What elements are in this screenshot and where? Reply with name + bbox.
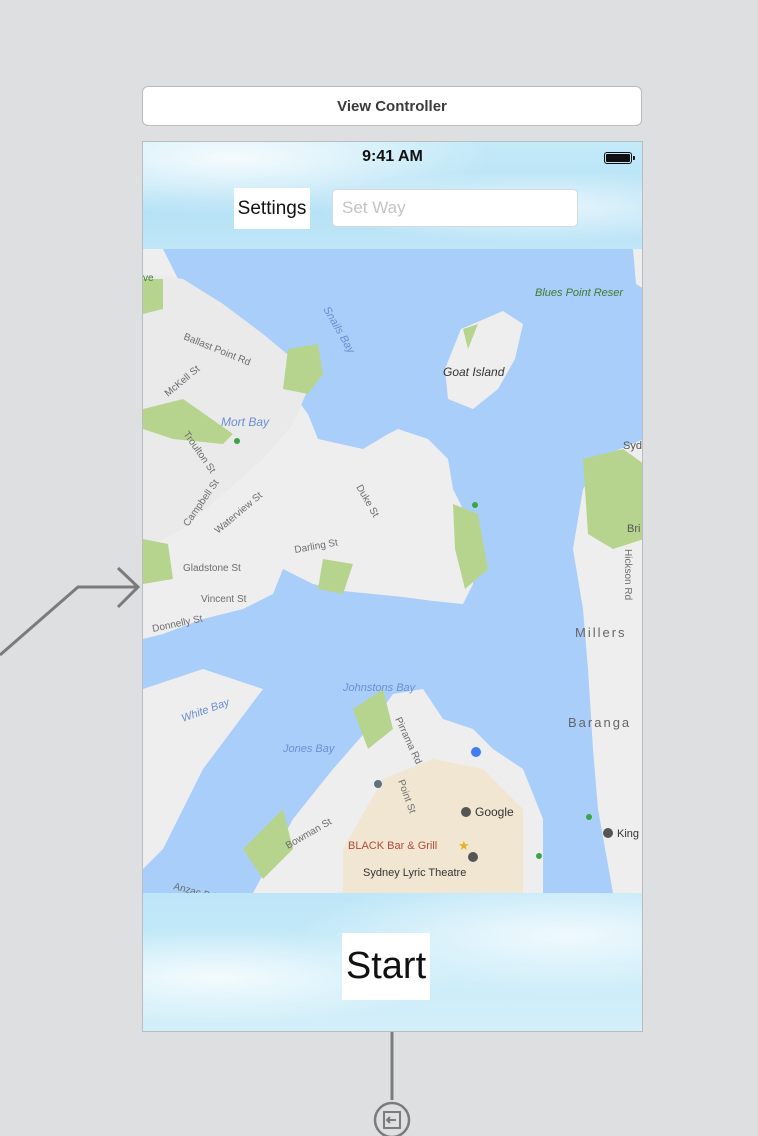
map-label: Bri	[627, 523, 640, 535]
map-label: Goat Island	[443, 365, 505, 379]
iphone-screen: 9:41 AM Settings Set Way Snails Bay Blue…	[142, 141, 643, 1032]
map-label: BLACK Bar & Grill	[348, 840, 437, 852]
map-label: Johnstons Bay	[342, 682, 417, 694]
entry-arrow-icon[interactable]	[0, 560, 150, 670]
map-label: Google	[475, 805, 514, 819]
exit-connector-icon[interactable]	[370, 1032, 414, 1136]
map-poi-icon	[536, 853, 542, 859]
map-label: Hickson Rd	[622, 549, 633, 600]
king-pin-icon[interactable]	[603, 828, 613, 838]
map-label: Blues Point Reser	[535, 287, 624, 299]
settings-label: Settings	[237, 197, 307, 219]
map-label: Sydney Lyric Theatre	[363, 867, 466, 879]
settings-button[interactable]: Settings	[234, 188, 310, 229]
status-time: 9:41 AM	[362, 148, 423, 165]
map-label: Baranga	[568, 715, 631, 730]
star-icon: ★	[458, 838, 470, 853]
bottom-bar: Start	[143, 893, 642, 1031]
start-label: Start	[345, 945, 427, 987]
top-bar: 9:41 AM Settings	[143, 142, 642, 249]
map-label: ve	[143, 273, 154, 284]
set-way-input[interactable]	[332, 189, 578, 227]
map-poi-icon	[586, 814, 592, 820]
map-label: Sydne	[623, 440, 643, 452]
theatre-pin-icon[interactable]	[468, 852, 478, 862]
map-poi-icon	[374, 780, 382, 788]
map-label: Mort Bay	[221, 415, 270, 429]
google-pin-icon[interactable]	[461, 807, 471, 817]
map-label: Millers	[575, 625, 627, 640]
battery-full-icon	[604, 152, 635, 164]
map-poi-icon	[234, 438, 240, 444]
current-location-icon[interactable]	[471, 747, 481, 757]
map-label: Vincent St	[201, 594, 247, 605]
map-view[interactable]: Snails Bay Blues Point Reser Mort Bay Wh…	[143, 249, 642, 893]
scene-title: View Controller	[337, 97, 447, 115]
map-label: Gladstone St	[183, 563, 241, 574]
scene-title-bar[interactable]: View Controller	[142, 86, 642, 126]
map-label: King	[617, 828, 639, 840]
map-label: Jones Bay	[282, 743, 336, 755]
start-button[interactable]: Start	[342, 933, 430, 1000]
map-poi-icon	[472, 502, 478, 508]
